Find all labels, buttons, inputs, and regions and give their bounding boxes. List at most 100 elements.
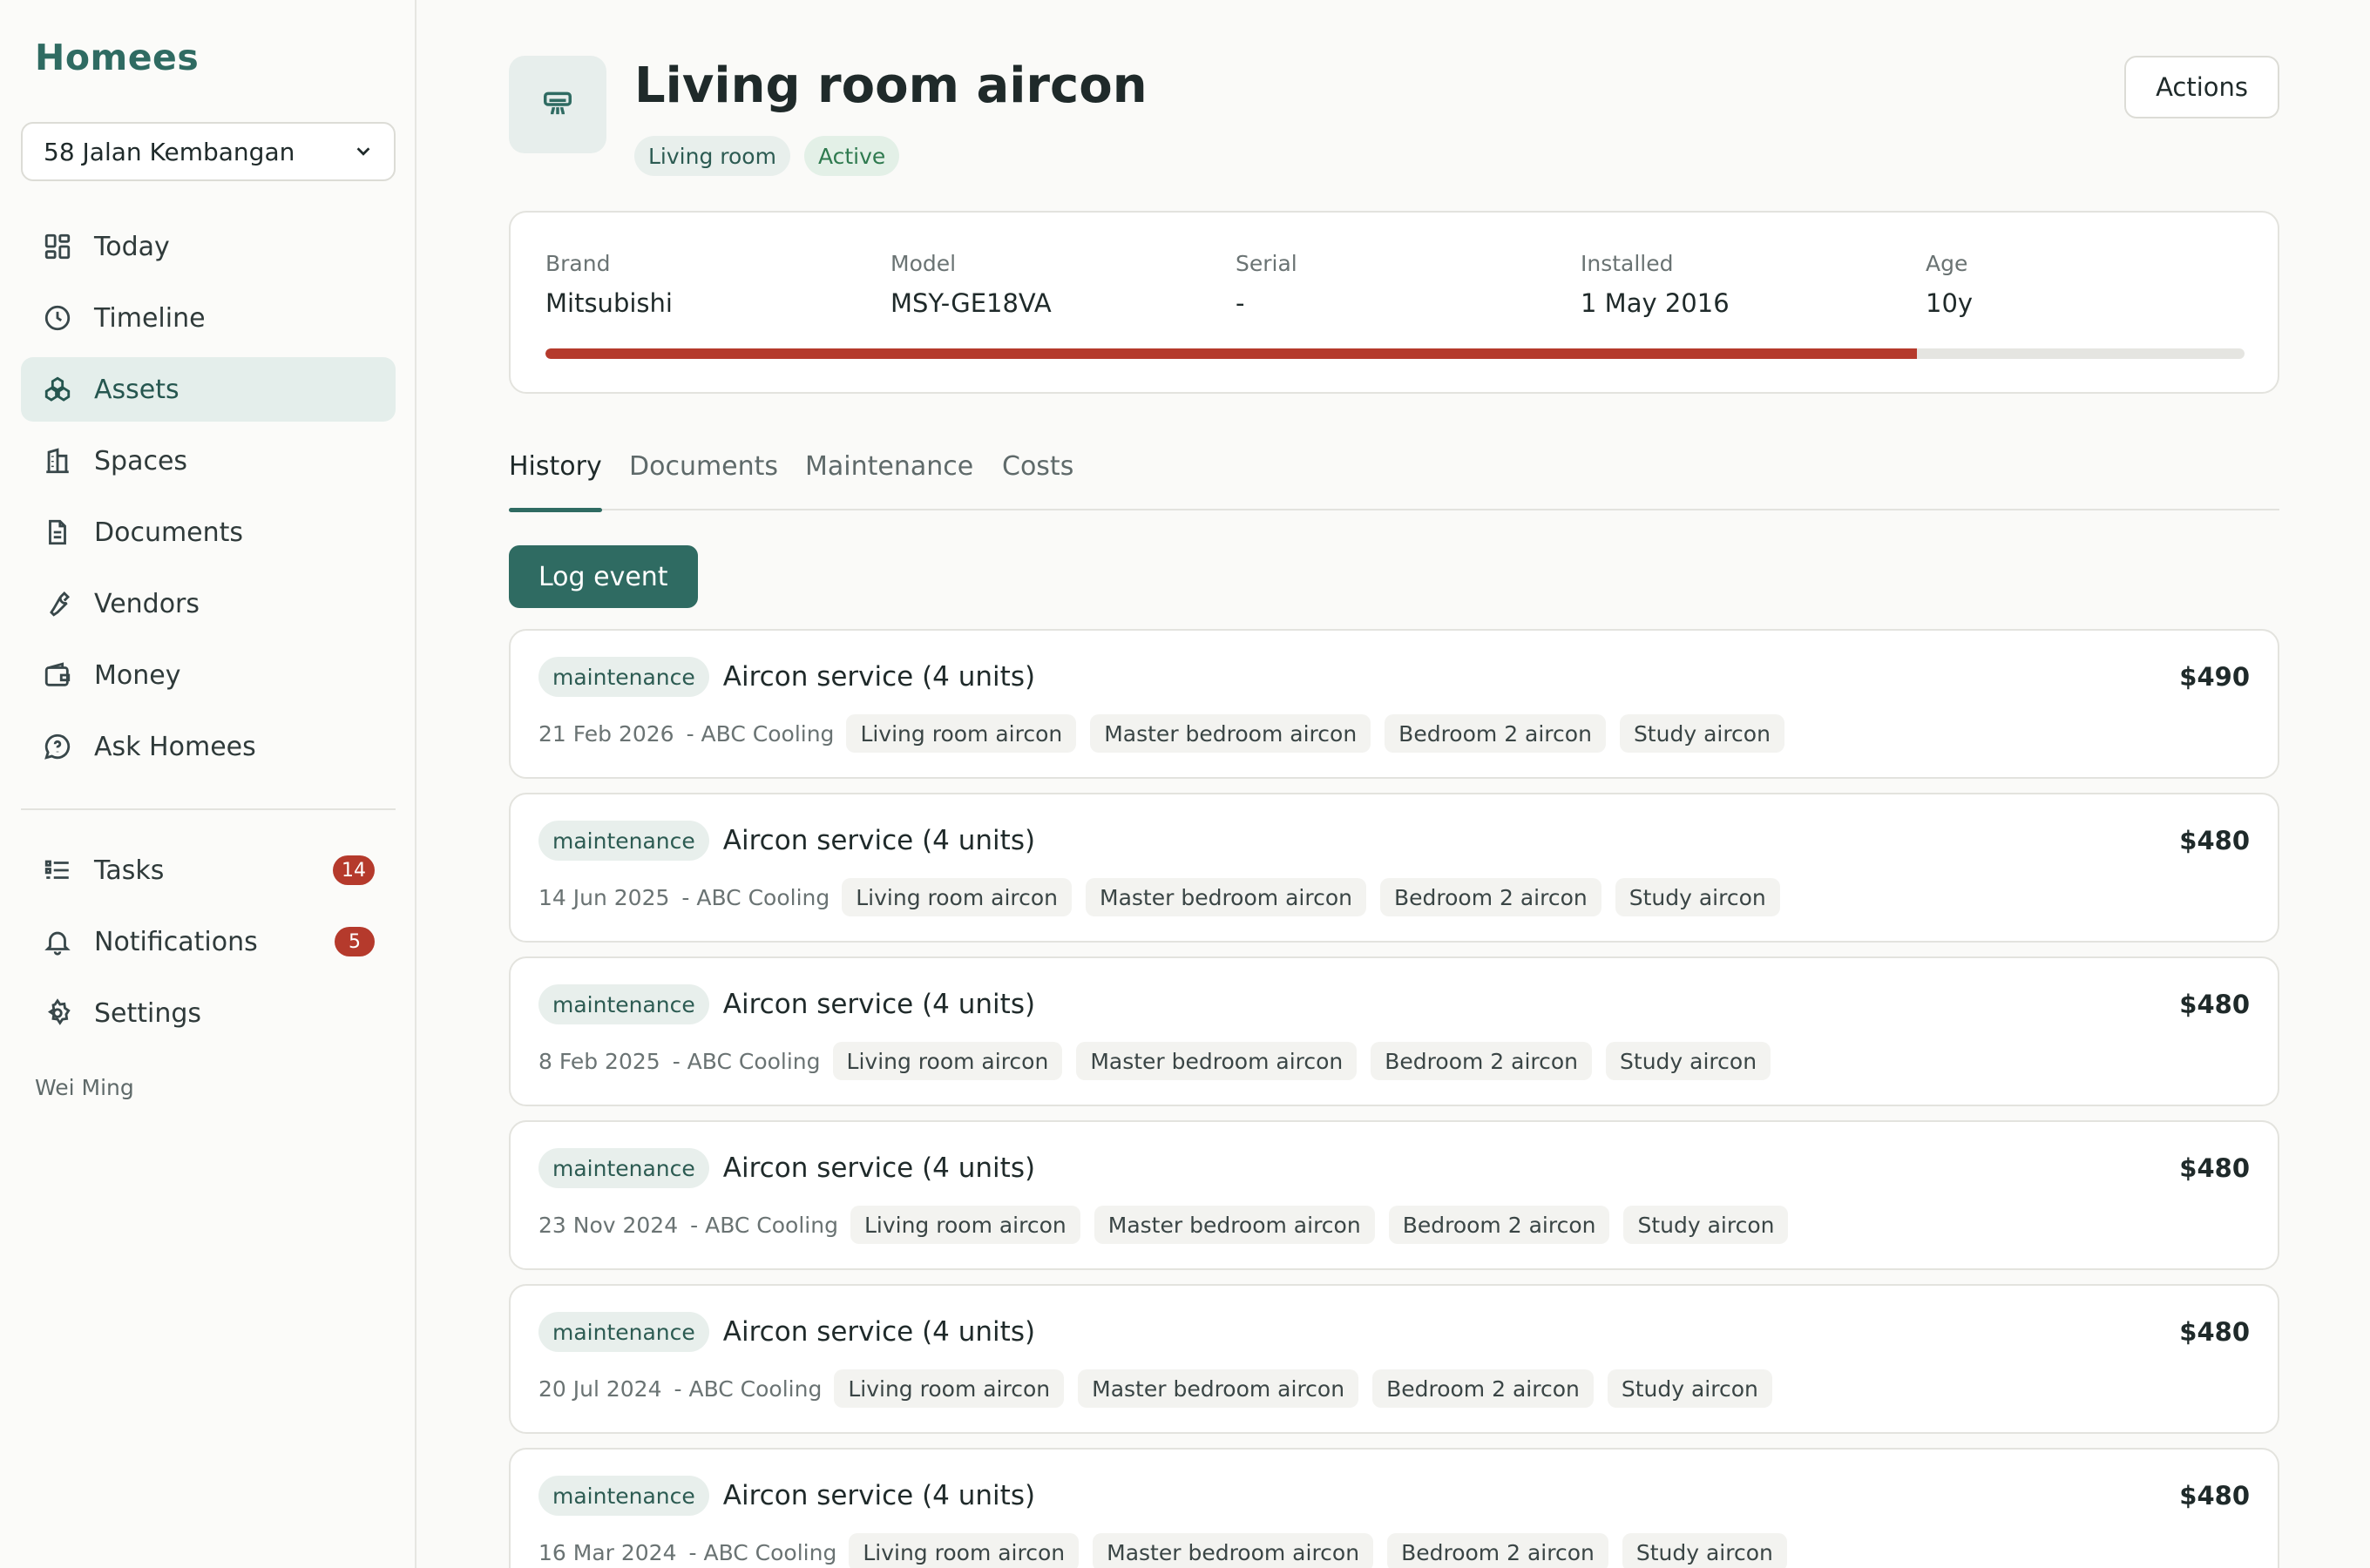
event-cost: $480 [2179, 1481, 2250, 1511]
event-asset-tag[interactable]: Living room aircon [832, 1042, 1063, 1080]
event-meta: 8 Feb 2025 - ABC Cooling Living room airco… [538, 1042, 1784, 1080]
event-cost: $480 [2179, 990, 2250, 1019]
event-asset-tag[interactable]: Study aircon [1606, 1042, 1771, 1080]
sidebar-item-label: Assets [94, 374, 179, 405]
sidebar-item-documents[interactable]: Documents [21, 500, 396, 564]
wallet-icon [42, 659, 73, 691]
event-asset-tag[interactable]: Study aircon [1615, 878, 1780, 916]
event-asset-tag[interactable]: Living room aircon [842, 878, 1073, 916]
event-title: Aircon service (4 units) [722, 825, 1036, 856]
event-asset-tag[interactable]: Master bedroom aircon [1078, 1369, 1359, 1408]
event-asset-tag[interactable]: Study aircon [1619, 714, 1784, 753]
event-asset-tag[interactable]: Master bedroom aircon [1090, 714, 1371, 753]
event-asset-tag[interactable]: Study aircon [1607, 1369, 1772, 1408]
event-asset-tag[interactable]: Living room aircon [849, 1533, 1080, 1568]
event-asset-tag[interactable]: Living room aircon [834, 1369, 1065, 1408]
tab-costs[interactable]: Costs [1002, 444, 1073, 510]
event-card[interactable]: maintenance Aircon service (4 units) $480 1… [509, 793, 2279, 943]
event-date: 23 Nov 2024 [538, 1212, 679, 1238]
event-card[interactable]: maintenance Aircon service (4 units) $480 2… [509, 1284, 2279, 1434]
grid-icon [42, 231, 73, 262]
event-date: 8 Feb 2025 [538, 1048, 660, 1074]
event-asset-tag[interactable]: Living room aircon [846, 714, 1077, 753]
sidebar-item-assets[interactable]: Assets [21, 357, 396, 422]
event-asset-tag[interactable]: Master bedroom aircon [1093, 1533, 1374, 1568]
spec-model: Model MSY-GE18VA [890, 251, 1052, 318]
sidebar-item-label: Tasks [94, 855, 165, 886]
sidebar-item-notifications[interactable]: Notifications 5 [21, 909, 396, 974]
sidebar-item-timeline[interactable]: Timeline [21, 286, 396, 350]
event-asset-tag[interactable]: Study aircon [1622, 1533, 1787, 1568]
event-card[interactable]: maintenance Aircon service (4 units) $480 8… [509, 956, 2279, 1106]
event-asset-tag[interactable]: Bedroom 2 aircon [1371, 1042, 1593, 1080]
event-vendor[interactable]: - ABC Cooling [681, 885, 830, 910]
event-asset-tag[interactable]: Study aircon [1623, 1206, 1789, 1244]
event-title: Aircon service (4 units) [722, 989, 1036, 1020]
notifications-count-badge: 5 [335, 927, 375, 956]
event-asset-tag[interactable]: Bedroom 2 aircon [1379, 878, 1601, 916]
event-cost: $480 [2179, 826, 2250, 855]
event-vendor[interactable]: - ABC Cooling [673, 1049, 821, 1074]
spec-age: Age 10y [1926, 251, 1973, 318]
sidebar-item-label: Ask Homees [94, 731, 256, 762]
sidebar-item-label: Spaces [94, 445, 188, 476]
sidebar-item-label: Today [94, 231, 170, 262]
event-vendor[interactable]: - ABC Cooling [690, 1213, 838, 1238]
event-title: Aircon service (4 units) [722, 1152, 1036, 1184]
current-user-name[interactable]: Wei Ming [35, 1075, 134, 1100]
event-asset-tag[interactable]: Master bedroom aircon [1076, 1042, 1358, 1080]
event-date: 16 Mar 2024 [538, 1539, 677, 1565]
sidebar-item-ask-homees[interactable]: Ask Homees [21, 714, 396, 779]
event-card[interactable]: maintenance Aircon service (4 units) $490 2… [509, 629, 2279, 779]
event-asset-tag[interactable]: Living room aircon [850, 1206, 1080, 1244]
spec-value: Mitsubishi [545, 288, 673, 318]
lifespan-progress-fill [545, 348, 1917, 359]
spec-value: 10y [1926, 288, 1974, 318]
event-vendor[interactable]: - ABC Cooling [689, 1540, 837, 1565]
sidebar-item-label: Money [94, 659, 181, 691]
sidebar-item-label: Notifications [94, 926, 258, 957]
event-vendor[interactable]: - ABC Cooling [687, 721, 835, 747]
spec-value: - [1236, 288, 1245, 318]
sidebar-item-settings[interactable]: Settings [21, 981, 396, 1045]
event-meta: 21 Feb 2026 - ABC Cooling Living room airc… [538, 714, 1798, 753]
spec-value: 1 May 2016 [1581, 288, 1730, 318]
event-asset-tag[interactable]: Bedroom 2 aircon [1372, 1369, 1594, 1408]
event-asset-tag[interactable]: Bedroom 2 aircon [1387, 1533, 1608, 1568]
page-title: Living room aircon [634, 57, 1148, 114]
event-meta: 23 Nov 2024 - ABC Cooling Living room airc… [538, 1206, 1802, 1244]
actions-button[interactable]: Actions [2124, 56, 2279, 118]
event-title: Aircon service (4 units) [722, 661, 1036, 693]
event-asset-tag[interactable]: Bedroom 2 aircon [1385, 714, 1606, 753]
tab-maintenance[interactable]: Maintenance [805, 444, 973, 510]
tasks-count-badge: 14 [333, 855, 375, 885]
event-asset-tag[interactable]: Bedroom 2 aircon [1388, 1206, 1610, 1244]
event-vendor[interactable]: - ABC Cooling [674, 1376, 823, 1402]
event-cost: $480 [2179, 1153, 2250, 1183]
event-card[interactable]: maintenance Aircon service (4 units) $480 2… [509, 1120, 2279, 1270]
space-chip[interactable]: Living room [634, 136, 790, 176]
sidebar-item-today[interactable]: Today [21, 214, 396, 279]
asset-specs-card: Brand Mitsubishi Model MSY-GE18VA Serial… [509, 211, 2279, 394]
property-select-value: 58 Jalan Kembangan [44, 137, 295, 166]
gear-icon [42, 997, 73, 1029]
event-asset-tag[interactable]: Master bedroom aircon [1086, 878, 1366, 916]
tab-history[interactable]: History [509, 444, 602, 512]
sidebar-item-label: Settings [94, 997, 202, 1029]
event-type-chip: maintenance [538, 984, 709, 1024]
sidebar-item-money[interactable]: Money [21, 643, 396, 707]
sidebar-item-vendors[interactable]: Vendors [21, 571, 396, 636]
brand-logo[interactable]: Homees [35, 37, 199, 78]
event-asset-tag[interactable]: Master bedroom aircon [1094, 1206, 1375, 1244]
sidebar: Homees 58 Jalan Kembangan Today Timeline… [0, 0, 416, 1568]
tab-documents[interactable]: Documents [629, 444, 778, 510]
log-event-button[interactable]: Log event [509, 545, 698, 608]
event-card[interactable]: maintenance Aircon service (4 units) $480 1… [509, 1448, 2279, 1568]
sidebar-item-spaces[interactable]: Spaces [21, 429, 396, 493]
sidebar-item-tasks[interactable]: Tasks 14 [21, 838, 396, 902]
clock-icon [42, 302, 73, 334]
property-select[interactable]: 58 Jalan Kembangan [21, 122, 396, 181]
event-meta: 16 Mar 2024 - ABC Cooling Living room airc… [538, 1533, 1801, 1568]
sidebar-item-label: Timeline [94, 302, 206, 334]
chat-icon [42, 731, 73, 762]
